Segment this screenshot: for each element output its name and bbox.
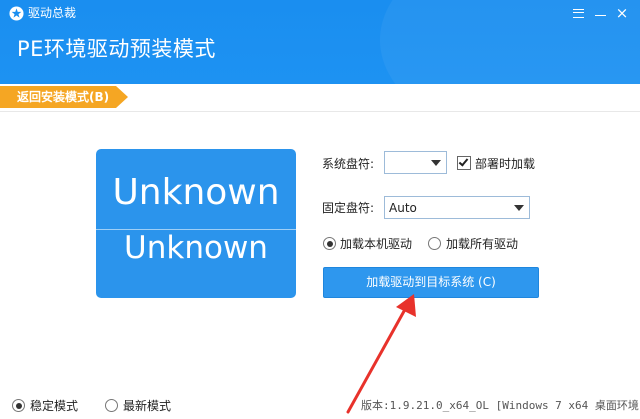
device-info-tile: Unknown Unknown [96,149,296,298]
close-icon: × [615,3,629,22]
device-name: Unknown [112,172,280,213]
back-tab-label: 返回安装模式(B) [17,90,110,104]
fixed-drive-label: 固定盘符: [322,201,375,215]
stable-mode-label: 稳定模式 [30,399,79,413]
load-all-radio[interactable] [428,237,441,250]
version-info: 版本:1.9.21.0_x64_OL [Windows 7 x64 桌面环境] [361,399,640,412]
close-button[interactable]: × [611,3,633,23]
deploy-load-label: 部署时加载 [475,157,536,171]
menu-icon [572,8,584,18]
checkmark-icon [458,156,469,167]
back-to-install-mode-tab[interactable]: 返回安装模式(B) [0,86,128,108]
fixed-drive-select[interactable]: Auto [384,196,530,219]
device-system: Unknown [124,230,268,266]
load-local-label: 加载本机驱动 [340,237,413,251]
page-title: PE环境驱动预装模式 [17,37,216,61]
title-bar: 驱动总裁 × PE环境驱动预装模式 [0,0,640,84]
stable-mode-radio[interactable] [12,399,25,412]
system-drive-select[interactable] [384,151,447,174]
chevron-down-icon [431,160,441,166]
app-logo-icon [9,6,24,21]
minimize-button[interactable] [589,3,611,23]
system-drive-label: 系统盘符: [322,157,375,171]
minimize-icon [594,14,606,16]
load-local-radio[interactable] [323,237,336,250]
app-name: 驱动总裁 [28,6,77,20]
fixed-drive-value: Auto [389,201,417,215]
menu-button[interactable] [567,3,589,23]
tab-divider [0,111,640,112]
deploy-load-checkbox[interactable] [457,156,471,170]
latest-mode-label: 最新模式 [123,399,172,413]
load-all-label: 加载所有驱动 [446,237,519,251]
latest-mode-radio[interactable] [105,399,118,412]
annotation-arrow-icon [346,294,416,414]
chevron-down-icon [514,205,524,211]
